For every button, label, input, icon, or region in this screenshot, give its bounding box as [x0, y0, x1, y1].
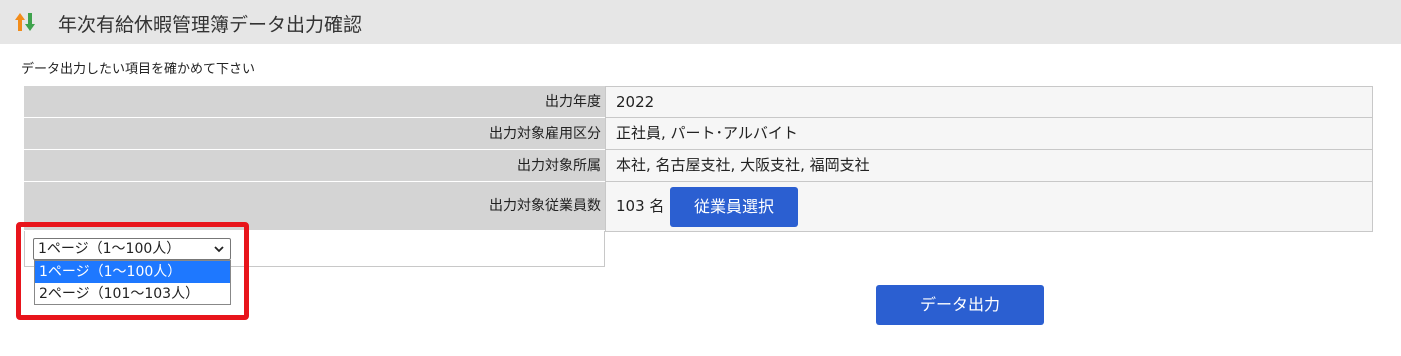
title-bar: 年次有給休暇管理簿データ出力確認	[0, 0, 1401, 44]
export-data-button[interactable]: データ出力	[876, 285, 1044, 325]
page-select-dropdown: 1ページ（1〜100人） 2ページ（101〜103人）	[34, 260, 231, 305]
value-employment-type: 正社員, パート･アルバイト	[605, 118, 1373, 150]
page-option-2[interactable]: 2ページ（101〜103人）	[35, 283, 230, 305]
page-option-1[interactable]: 1ページ（1〜100人）	[35, 261, 230, 283]
page-title: 年次有給休暇管理簿データ出力確認	[58, 14, 363, 36]
instruction-text: データ出力したい項目を確かめて下さい	[21, 62, 256, 77]
label-department: 出力対象所属	[24, 150, 605, 182]
value-employee-count: 103 名	[616, 197, 665, 215]
label-output-year: 出力年度	[24, 86, 605, 118]
page-select-value: 1ページ（1〜100人）	[38, 241, 181, 257]
employee-select-button[interactable]: 従業員選択	[670, 187, 798, 227]
page-select[interactable]: 1ページ（1〜100人）	[33, 238, 231, 260]
label-employment-type: 出力対象雇用区分	[24, 118, 605, 150]
sort-arrows-icon	[15, 13, 35, 31]
value-output-year: 2022	[605, 86, 1373, 118]
value-department: 本社, 名古屋支社, 大阪支社, 福岡支社	[605, 150, 1373, 182]
chevron-down-icon	[214, 246, 224, 253]
